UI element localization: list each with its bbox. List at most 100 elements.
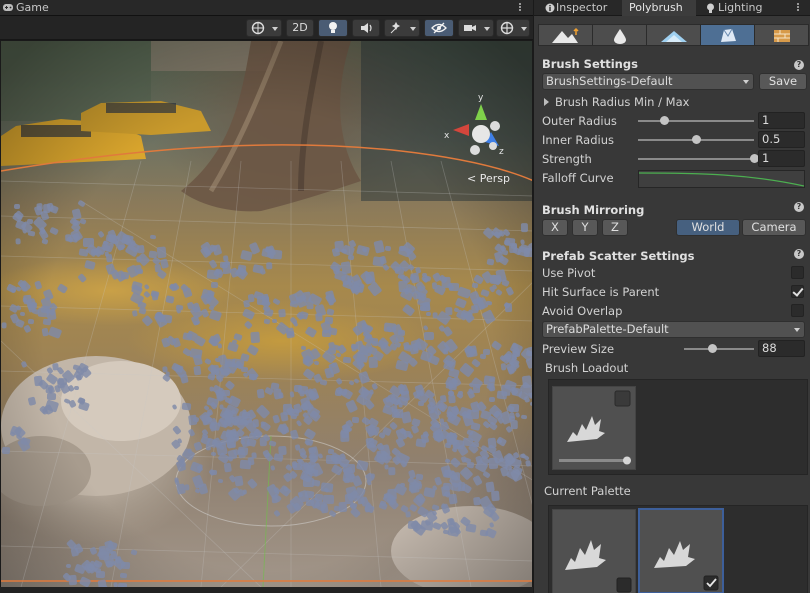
scattered-prefab (489, 274, 501, 285)
sculpt-icon (660, 31, 687, 42)
globe-icon (251, 21, 265, 35)
tab-game[interactable]: Game (2, 0, 49, 16)
panel-menu-kebab-icon[interactable] (796, 2, 800, 14)
scattered-prefab (414, 482, 423, 490)
palette-prefab-card-selected[interactable] (638, 508, 724, 593)
scene-viewport[interactable]: y x z < Persp (0, 41, 533, 587)
gizmo-globe-icon (500, 21, 514, 35)
brush-loadout-label: Brush Loadout (545, 361, 629, 375)
orientation-gizmo[interactable]: y x z (437, 90, 517, 185)
brush-preset-dropdown[interactable]: BrushSettings-Default (542, 73, 754, 90)
draw-mode-button[interactable] (246, 19, 282, 37)
brush-loadout-box (548, 379, 808, 475)
prefab-scatter-title: Prefab Scatter Settings (542, 249, 695, 263)
scattered-prefab (250, 331, 260, 343)
strength-slider[interactable] (638, 158, 754, 160)
scattered-prefab (266, 262, 273, 270)
scattered-prefab (263, 318, 271, 324)
mode-paint-texture-button[interactable] (754, 24, 809, 46)
scattered-prefab (333, 505, 341, 512)
mirror-y-button[interactable]: Y (572, 219, 598, 236)
strength-field[interactable]: 1 (758, 150, 805, 167)
mode-raise-lower-button[interactable] (538, 24, 593, 46)
scattered-prefab (314, 493, 324, 501)
preview-size-slider-thumb[interactable] (708, 344, 717, 353)
strength-label: Strength (542, 152, 592, 166)
loadout-prefab-card[interactable] (552, 386, 636, 470)
preview-size-field[interactable]: 88 (758, 340, 805, 357)
scattered-prefab (302, 477, 314, 487)
scattered-prefab (315, 312, 323, 322)
mode-smooth-button[interactable] (592, 24, 647, 46)
outer-radius-field[interactable]: 1 (758, 112, 805, 129)
scattered-prefab (388, 466, 396, 475)
gizmos-button[interactable] (496, 19, 530, 37)
mode-scatter-prefab-button[interactable] (700, 24, 755, 46)
scattered-prefab (174, 477, 179, 483)
outer-radius-slider[interactable] (638, 120, 754, 122)
mirror-x-button[interactable]: X (542, 219, 568, 236)
tab-inspector[interactable]: Inspector (538, 0, 620, 16)
brush-radius-foldout[interactable]: Brush Radius Min / Max (555, 95, 689, 109)
inner-radius-field[interactable]: 0.5 (758, 131, 805, 148)
help-icon[interactable]: ? (794, 249, 804, 259)
scattered-prefab (27, 395, 36, 406)
scattered-prefab (384, 464, 389, 470)
brush-preset-value: BrushSettings-Default (546, 74, 673, 88)
mode-sculpt-button[interactable] (646, 24, 701, 46)
preview-size-slider[interactable] (684, 348, 754, 350)
bulb-icon (707, 3, 714, 13)
mirror-space-camera-button[interactable]: Camera (742, 219, 806, 236)
use-pivot-checkbox[interactable] (791, 266, 804, 279)
scene-visibility-button[interactable] (424, 19, 454, 37)
gizmo-y-label: y (478, 93, 484, 103)
inner-radius-slider-thumb[interactable] (692, 135, 701, 144)
hit-surface-checkbox[interactable] (791, 285, 804, 298)
avoid-overlap-checkbox[interactable] (791, 304, 804, 317)
prefab-palette-dropdown[interactable]: PrefabPalette-Default (542, 321, 805, 338)
prefab-thumbnail (654, 541, 719, 591)
scattered-prefab (193, 365, 202, 376)
scattered-prefab (368, 357, 378, 369)
scattered-prefab (294, 443, 301, 451)
scattered-prefab (221, 389, 230, 397)
effects-button[interactable] (384, 19, 420, 37)
scattered-prefab (184, 484, 190, 491)
help-icon[interactable]: ? (794, 202, 804, 212)
toggle-2d-button[interactable]: 2D (286, 19, 314, 37)
save-brush-button[interactable]: Save (759, 73, 807, 90)
prefab-thumbnail (559, 390, 631, 465)
right-tabbar: Inspector Polybrush Lighting (534, 0, 810, 16)
audio-toggle-button[interactable] (352, 19, 380, 37)
falloff-curve-field[interactable] (638, 170, 805, 188)
current-palette-label: Current Palette (544, 484, 631, 498)
effects-icon (390, 21, 401, 34)
scene-tabbar: Game (0, 0, 533, 16)
scattered-prefab (14, 237, 21, 245)
outer-radius-slider-thumb[interactable] (659, 116, 669, 125)
help-icon[interactable]: ? (794, 60, 804, 70)
tab-polybrush[interactable]: Polybrush (622, 0, 696, 16)
avoid-overlap-label: Avoid Overlap (542, 304, 623, 318)
mirror-z-button[interactable]: Z (602, 219, 628, 236)
camera-settings-button[interactable] (458, 19, 494, 37)
palette-prefab-card[interactable] (552, 509, 636, 593)
brush-mode-toolbar (538, 24, 809, 46)
scene-menu-kebab-icon[interactable] (518, 2, 522, 14)
scattered-prefab (423, 486, 436, 498)
brush-settings-title: Brush Settings (542, 57, 638, 71)
bulb-icon (329, 22, 337, 33)
lighting-toggle-button[interactable] (318, 19, 348, 37)
use-pivot-label: Use Pivot (542, 266, 596, 280)
mirror-space-world-button[interactable]: World (676, 219, 740, 236)
scattered-prefab (442, 277, 451, 288)
foldout-arrow-icon[interactable] (544, 98, 549, 106)
scattered-prefab (210, 281, 219, 288)
scattered-prefab (33, 375, 43, 388)
scattered-prefab (423, 331, 435, 341)
scattered-prefab (324, 316, 334, 325)
tab-inspector-label: Inspector (556, 1, 608, 14)
tab-lighting[interactable]: Lighting (700, 0, 784, 16)
projection-label[interactable]: < Persp (467, 172, 510, 185)
scattered-prefab (223, 462, 232, 474)
